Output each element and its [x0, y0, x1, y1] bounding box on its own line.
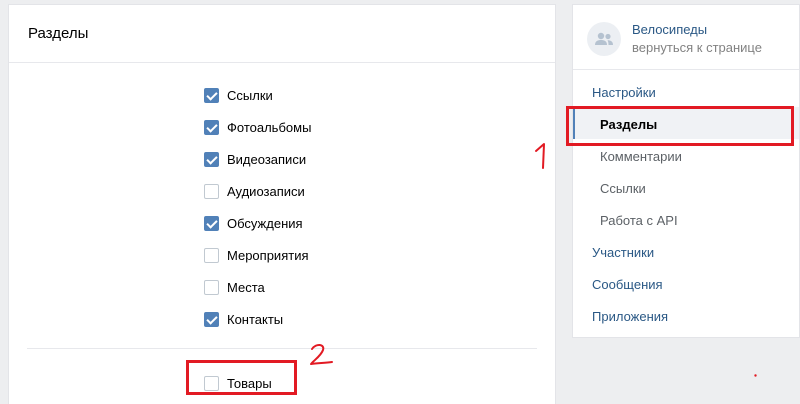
checkbox-checked-icon[interactable]: [204, 311, 219, 327]
checkbox-unchecked-icon[interactable]: [204, 183, 219, 199]
checkbox-checked-icon[interactable]: [204, 119, 219, 135]
menu-item-sections[interactable]: Разделы: [600, 117, 657, 132]
checkbox-places[interactable]: Места: [204, 277, 265, 297]
header-divider: [573, 69, 799, 70]
checkbox-audio[interactable]: Аудиозаписи: [204, 181, 305, 201]
menu-item-api[interactable]: Работа с API: [600, 213, 678, 228]
menu-item-apps[interactable]: Приложения: [592, 309, 668, 324]
checkbox-checked-icon[interactable]: [204, 215, 219, 231]
menu-item-members[interactable]: Участники: [592, 245, 654, 260]
annotation-dot: [754, 374, 757, 377]
checkbox-links[interactable]: Ссылки: [204, 85, 273, 105]
checkbox-unchecked-icon[interactable]: [204, 247, 219, 263]
group-avatar[interactable]: [587, 22, 621, 56]
checkbox-unchecked-icon[interactable]: [204, 375, 219, 391]
section-divider: [27, 348, 537, 349]
menu-item-comments[interactable]: Комментарии: [600, 149, 682, 164]
group-name-link[interactable]: Велосипеды: [632, 22, 762, 38]
sections-title: Разделы: [9, 5, 555, 63]
checkbox-videos[interactable]: Видеозаписи: [204, 149, 306, 169]
checkbox-photo-albums[interactable]: Фотоальбомы: [204, 117, 311, 137]
checkbox-unchecked-icon[interactable]: [204, 279, 219, 295]
sections-panel: Разделы Ссылки Фотоальбомы Видеозаписи А…: [8, 4, 556, 404]
menu-item-messages[interactable]: Сообщения: [592, 277, 663, 292]
settings-sidebar: Велосипеды вернуться к странице Настройк…: [572, 4, 800, 338]
checkbox-discussions[interactable]: Обсуждения: [204, 213, 303, 233]
group-icon: [595, 32, 613, 45]
menu-item-settings[interactable]: Настройки: [592, 85, 656, 100]
checkbox-checked-icon[interactable]: [204, 87, 219, 103]
menu-item-links[interactable]: Ссылки: [600, 181, 646, 196]
group-header[interactable]: Велосипеды вернуться к странице: [587, 22, 762, 56]
back-to-page-link[interactable]: вернуться к странице: [632, 40, 762, 56]
checkbox-events[interactable]: Мероприятия: [204, 245, 309, 265]
checkbox-checked-icon[interactable]: [204, 151, 219, 167]
checkbox-products[interactable]: Товары: [204, 373, 272, 393]
checkbox-contacts[interactable]: Контакты: [204, 309, 283, 329]
